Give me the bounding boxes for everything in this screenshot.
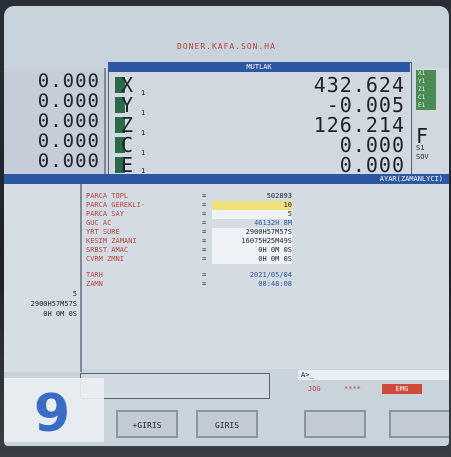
- step-number-badge: 9: [34, 384, 71, 444]
- spindle-label-sov: SOV: [416, 153, 429, 161]
- left-info-time: 2900H57M57S: [30, 300, 77, 308]
- spindle-label-s1: S1: [416, 144, 425, 152]
- mode-indicator: JOG: [308, 385, 321, 393]
- parameter-list: PARCA TOPL = 502893 PARCA GEREKLI- = 10 …: [82, 184, 449, 369]
- program-title: DONER.KAFA.SON.HA: [177, 42, 276, 51]
- param-label: YRT SURE: [86, 228, 120, 236]
- param-eq: =: [202, 280, 207, 288]
- left-coordinate-panel: 0.000 0.000 0.000 0.000 0.000: [4, 68, 106, 174]
- param-eq: =: [202, 192, 207, 200]
- param-eq: =: [202, 210, 207, 218]
- settings-section-header: AYAR(ZAMANLYCI): [4, 174, 449, 184]
- param-eq: =: [202, 219, 207, 227]
- param-eq: =: [202, 228, 207, 236]
- param-eq: =: [202, 255, 207, 263]
- axis-sub-z: 1: [141, 129, 146, 137]
- param-value-selected[interactable]: 10: [212, 201, 292, 210]
- param-eq: =: [202, 237, 207, 245]
- right-axis-e1: E1: [418, 102, 426, 109]
- left-value-1: 0.000: [37, 70, 100, 92]
- left-value-4: 0.000: [37, 130, 100, 152]
- param-value: 2021/05/04: [249, 271, 292, 279]
- left-info-panel: 5 2900H57M57S 0H 0M 0S: [4, 184, 82, 372]
- left-value-5: 0.000: [37, 150, 100, 172]
- softkey-blank-1[interactable]: [304, 410, 366, 438]
- right-axis-y1: Y1: [418, 78, 426, 85]
- param-label: KESIM ZAMANI: [86, 237, 137, 245]
- left-value-2: 0.000: [37, 90, 100, 112]
- param-value: 2900H57M57S: [212, 228, 292, 237]
- param-eq: =: [202, 271, 207, 279]
- param-label: ZAMN: [86, 280, 103, 288]
- softkey-blank-2[interactable]: [389, 410, 449, 438]
- param-value: 502893: [266, 192, 292, 200]
- param-value: 46132H 8M: [254, 219, 292, 227]
- softkey-plus-giris[interactable]: +GIRIS: [116, 410, 178, 438]
- emergency-indicator: EMG: [382, 384, 422, 394]
- axis-sub-y: 1: [141, 109, 146, 117]
- absolute-coordinate-panel: X 1 432.624 Y 1 -0.005 Z 1 126.214 C 1 0…: [108, 62, 412, 177]
- right-axis-z1: Z1: [418, 86, 426, 93]
- left-info-zero-time: 0H 0M 0S: [43, 310, 77, 318]
- param-label: PARCA GEREKLI-: [86, 201, 146, 209]
- softkey-giris[interactable]: GIRIS: [196, 410, 258, 438]
- param-label: SRBST AMAC: [86, 246, 129, 254]
- param-label: GUC AC: [86, 219, 112, 227]
- param-eq: =: [202, 246, 207, 254]
- param-value: 0H 0M 0S: [212, 246, 292, 255]
- right-axis-x1: X1: [418, 70, 426, 77]
- left-info-count: 5: [72, 290, 77, 298]
- left-value-3: 0.000: [37, 110, 100, 132]
- right-axis-c1: C1: [418, 94, 426, 101]
- param-label: CVRM ZMNI: [86, 255, 124, 263]
- spindle-labels: S1 SOV: [416, 144, 429, 162]
- param-value: 0H 0M 0S: [212, 255, 292, 264]
- coordinate-mode-header: MUTLAK: [108, 62, 410, 72]
- status-dots: ****: [344, 385, 361, 393]
- param-eq: =: [202, 201, 207, 209]
- axis-sub-x: 1: [141, 89, 146, 97]
- status-line: JOG **** EMG: [298, 384, 449, 394]
- right-axis-list: X1 Y1 Z1 C1 E1: [416, 70, 436, 110]
- param-label: PARCA SAY: [86, 210, 124, 218]
- param-value: 5: [212, 210, 292, 219]
- message-box: [80, 373, 270, 399]
- axis-sub-c: 1: [141, 149, 146, 157]
- param-value: 16075H25M49S: [212, 237, 292, 246]
- param-value: 08:48:08: [258, 280, 292, 288]
- param-label: TARH: [86, 271, 103, 279]
- param-label: PARCA TOPL: [86, 192, 129, 200]
- command-input[interactable]: A>_: [298, 370, 449, 380]
